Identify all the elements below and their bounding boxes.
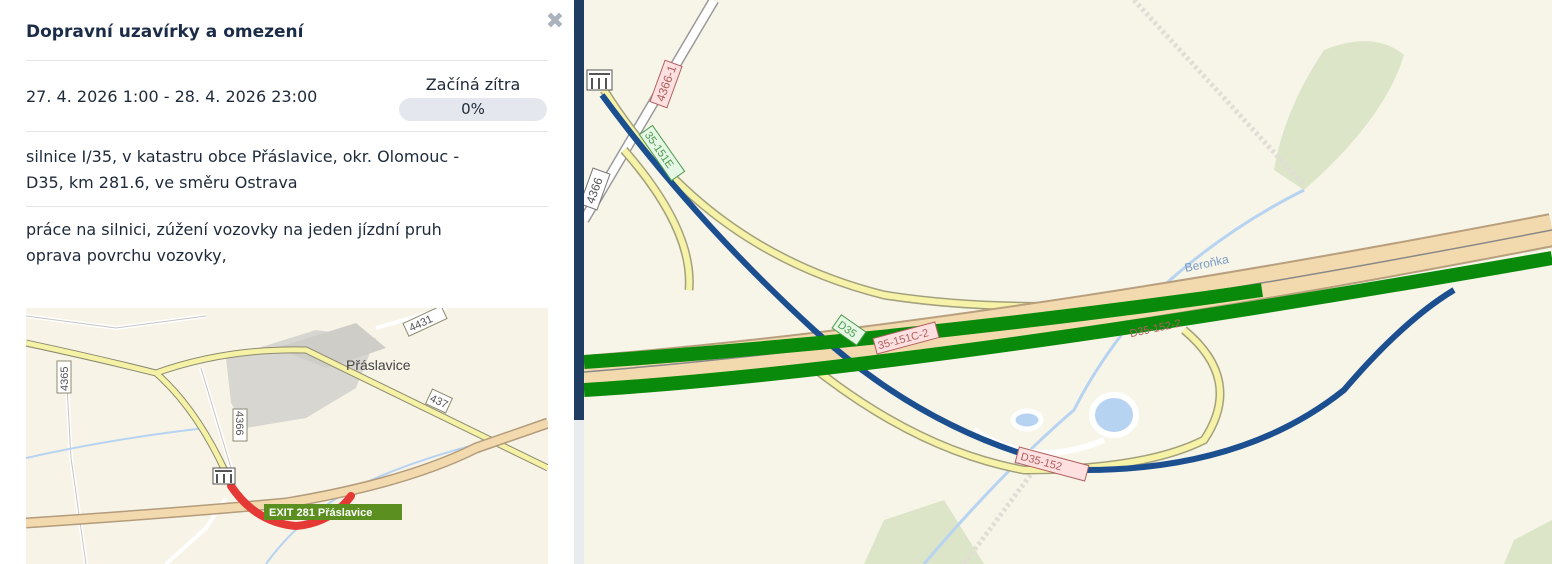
panel-splitter-track (574, 420, 584, 564)
road-label-4366: 4366 (233, 411, 245, 435)
divider (26, 131, 548, 132)
progress-label: 0% (461, 100, 485, 118)
info-panel: ✖ Dopravní uzavírky a omezení 27. 4. 202… (0, 0, 574, 564)
panel-title: Dopravní uzavírky a omezení (26, 22, 304, 42)
main-map[interactable]: Beroňka 4366-1 4366 35-151E D35 35-151C-… (584, 0, 1552, 564)
roadwork-icon[interactable] (212, 467, 236, 485)
panel-splitter[interactable] (574, 0, 584, 420)
exit-label: EXIT 281 Přáslavice (269, 507, 372, 519)
mini-road-label: 4366 (232, 408, 248, 442)
progress-bar: 0% (399, 98, 547, 121)
reason-line-1: práce na silnici, zúžení vozovky na jede… (26, 220, 442, 239)
date-range: 27. 4. 2026 1:00 - 28. 4. 2026 23:00 (26, 87, 318, 106)
close-icon[interactable]: ✖ (544, 11, 566, 33)
reason-line-2: oprava povrchu vozovky, (26, 246, 227, 265)
mini-road-label: 4365 (56, 360, 72, 394)
location-text: silnice I/35, v katastru obce Přáslavice… (26, 144, 536, 196)
town-label: Přáslavice (346, 357, 411, 373)
reason-text: práce na silnici, zúžení vozovky na jede… (26, 217, 536, 269)
location-line-1: silnice I/35, v katastru obce Přáslavice… (26, 147, 460, 166)
road-label-4365: 4365 (59, 367, 71, 391)
status-text: Začíná zítra (425, 75, 521, 94)
location-line-2: D35, km 281.6, ve směru Ostrava (26, 173, 298, 192)
mini-map[interactable]: 4431 437 4366 4365 Přáslavice EXIT 281 P… (26, 308, 548, 564)
divider (26, 206, 548, 207)
divider (26, 60, 548, 61)
roadwork-icon[interactable] (586, 69, 613, 91)
